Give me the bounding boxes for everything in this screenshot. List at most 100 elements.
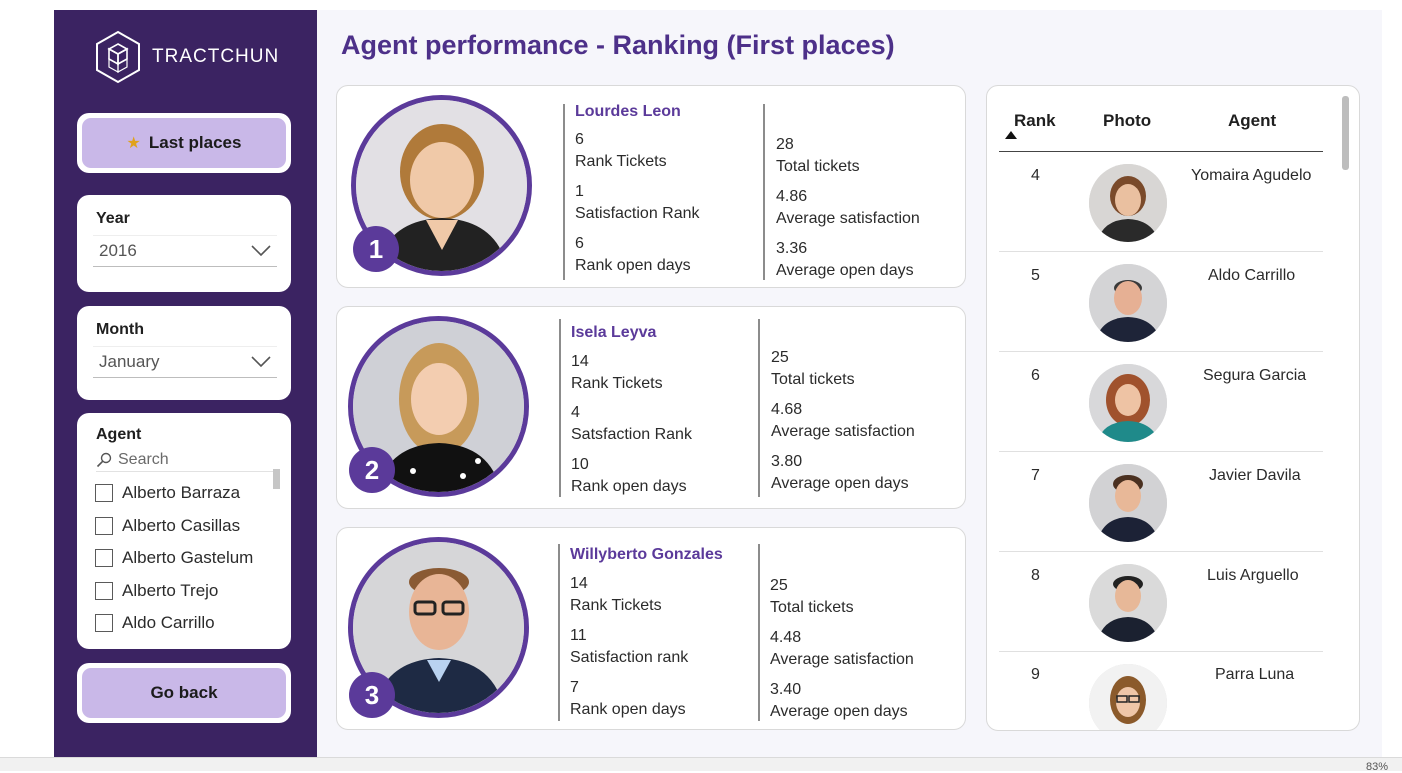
last-places-label: Last places: [148, 133, 242, 152]
column-header-rank[interactable]: Rank: [1014, 111, 1056, 131]
brand-name: TRACTCHUN: [152, 46, 280, 67]
stat-label: Rank Tickets: [570, 597, 662, 614]
rank-card-3: 3 Willyberto Gonzales 14 Rank Tickets 11 S…: [336, 527, 966, 730]
agent-cell: Luis Arguello: [1207, 567, 1299, 584]
stat-label: Average satisfaction: [770, 651, 914, 668]
stat-label: Rank Tickets: [575, 153, 667, 170]
rank-cell: 8: [1031, 567, 1040, 584]
status-bar: 83%: [0, 757, 1402, 773]
table-row[interactable]: 5 Aldo Carrillo: [999, 252, 1323, 352]
chevron-down-icon: [251, 245, 271, 257]
rank-cell: 9: [1031, 666, 1040, 683]
divider: [559, 319, 561, 497]
stat-value: 28: [776, 136, 794, 153]
stat-label: Average open days: [770, 703, 908, 720]
stat-value: 3.40: [770, 681, 802, 698]
rank-cell: 6: [1031, 367, 1040, 384]
checkbox[interactable]: [95, 581, 113, 600]
sidebar: TRACTCHUN ★ Last places Year 2016 Month …: [54, 10, 317, 757]
stat-label: Average satisfaction: [771, 423, 915, 440]
agent-list-scrollbar[interactable]: [273, 469, 280, 489]
table-scrollbar[interactable]: [1342, 96, 1349, 170]
table-row[interactable]: 7 Javier Davila: [999, 452, 1323, 552]
agent-list-item[interactable]: Alberto Casillas: [95, 510, 281, 543]
stat-value: 3.80: [771, 453, 803, 470]
rank-badge: 2: [349, 447, 395, 493]
agent-item-label: Aldo Carrillo: [122, 613, 215, 633]
agent-list-item[interactable]: Alberto Barraza: [95, 477, 281, 510]
stat-label: Satsfaction Rank: [571, 426, 692, 443]
checkbox[interactable]: [95, 484, 113, 503]
stat-rank-open-days: 10 Rank open days: [571, 454, 687, 498]
stat-label: Average open days: [771, 475, 909, 492]
table-row[interactable]: 4 Yomaira Agudelo: [999, 152, 1323, 252]
agent-thumbnail: [1089, 564, 1167, 642]
agent-item-label: Alberto Casillas: [122, 515, 241, 535]
agent-thumbnail: [1089, 164, 1167, 242]
table-row[interactable]: 6 Segura Garcia: [999, 352, 1323, 452]
stat-value: 7: [570, 679, 579, 696]
stat-average-open-days: 3.80 Average open days: [771, 451, 909, 495]
agent-cell: Javier Davila: [1209, 467, 1301, 484]
agent-slicer: Agent Search Alberto Barraza Alberto Cas…: [77, 413, 291, 649]
chevron-down-icon: [251, 356, 271, 368]
agent-thumbnail: [1089, 264, 1167, 342]
stat-total-tickets: 28 Total tickets: [776, 134, 860, 178]
search-icon: [96, 452, 112, 468]
go-back-button[interactable]: Go back: [82, 668, 286, 718]
divider: [758, 544, 760, 721]
agent-list-item[interactable]: Alberto Gastelum: [95, 542, 281, 575]
stat-value: 25: [770, 577, 788, 594]
brand-logo: TRACTCHUN: [94, 30, 279, 84]
stat-rank-open-days: 6 Rank open days: [575, 233, 691, 277]
month-slicer-title: Month: [96, 321, 144, 338]
sort-ascending-icon: [1005, 131, 1017, 139]
checkbox[interactable]: [95, 516, 113, 535]
year-slicer-title: Year: [96, 210, 130, 227]
year-slicer: Year 2016: [77, 195, 291, 292]
agent-search-input[interactable]: Search: [96, 451, 276, 472]
stat-value: 14: [571, 353, 589, 370]
column-header-photo[interactable]: Photo: [1103, 111, 1151, 131]
divider: [758, 319, 760, 497]
agent-cell: Aldo Carrillo: [1208, 267, 1296, 284]
checkbox[interactable]: [95, 614, 113, 633]
divider: [563, 104, 565, 280]
stat-rank-open-days: 7 Rank open days: [570, 677, 686, 721]
rank-card-1: 1 Lourdes Leon 6 Rank Tickets 1 Satisfacti…: [336, 85, 966, 288]
stat-label: Total tickets: [770, 599, 854, 616]
stat-label: Satisfaction rank: [570, 649, 689, 666]
agent-thumbnail: [1089, 664, 1167, 730]
agent-list-item[interactable]: Alberto Trejo: [95, 575, 281, 608]
stat-value: 4.48: [770, 629, 802, 646]
year-dropdown[interactable]: 2016: [93, 235, 277, 267]
stat-rank-tickets: 14 Rank Tickets: [571, 351, 663, 395]
zoom-level[interactable]: 83%: [1366, 761, 1388, 773]
column-header-agent[interactable]: Agent: [1228, 111, 1276, 131]
rank-cell: 4: [1031, 167, 1040, 184]
rank-card-2: 2 Isela Leyva 14 Rank Tickets 4 Satsfactio…: [336, 306, 966, 509]
stat-satisfaction-rank: 11 Satisfaction rank: [570, 625, 688, 669]
agent-item-label: Alberto Barraza: [122, 483, 241, 503]
rank-cell: 5: [1031, 267, 1040, 284]
go-back-button-frame: Go back: [77, 663, 291, 723]
stat-rank-tickets: 6 Rank Tickets: [575, 129, 667, 173]
ranking-table: Rank Photo Agent 4 Yomaira Agudelo 5 Ald…: [986, 85, 1360, 731]
month-dropdown[interactable]: January: [93, 346, 277, 378]
header-label: Photo: [1103, 111, 1152, 130]
month-slicer: Month January: [77, 306, 291, 400]
checkbox[interactable]: [95, 549, 113, 568]
agent-name: Lourdes Leon: [575, 103, 681, 120]
last-places-button[interactable]: ★ Last places: [82, 118, 286, 168]
table-row[interactable]: 8 Luis Arguello: [999, 552, 1323, 652]
agent-name: Isela Leyva: [571, 324, 657, 341]
stat-label: Rank Tickets: [571, 375, 663, 392]
last-places-button-frame: ★ Last places: [77, 113, 291, 173]
stat-label: Rank open days: [571, 478, 687, 495]
stat-average-satisfaction: 4.68 Average satisfaction: [771, 399, 915, 443]
table-row[interactable]: 9 Parra Luna: [999, 652, 1323, 730]
stat-total-tickets: 25 Total tickets: [770, 575, 854, 619]
divider: [558, 544, 560, 721]
agent-list-item[interactable]: Aldo Carrillo: [95, 607, 281, 640]
page-title: Agent performance - Ranking (First place…: [341, 30, 895, 60]
